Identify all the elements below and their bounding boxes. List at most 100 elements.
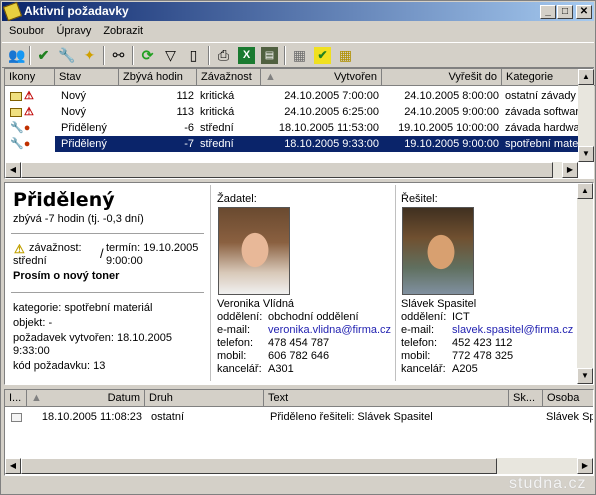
grid-icon[interactable]: ▦ bbox=[291, 47, 308, 64]
scroll-right-button[interactable]: ▶ bbox=[562, 162, 578, 178]
table-horizontal-scrollbar[interactable]: ◀ ▶ bbox=[5, 162, 578, 178]
requester-email-link[interactable]: veronika.vlidna@firma.cz bbox=[268, 324, 391, 336]
filter-icon[interactable]: ▽ bbox=[162, 47, 179, 64]
scroll-thumb[interactable] bbox=[21, 458, 497, 474]
cell-datum: 18.10.2005 11:08:23 bbox=[41, 411, 142, 423]
requester-office: A301 bbox=[268, 363, 294, 375]
col-zbyva-hodin[interactable]: Zbývá hodin bbox=[119, 69, 197, 86]
table-icon[interactable]: ▦ bbox=[337, 47, 354, 64]
solver-label-email: e-mail: bbox=[401, 324, 435, 336]
close-button[interactable]: ✕ bbox=[576, 5, 592, 19]
cell-zavaznost: střední bbox=[200, 122, 234, 134]
menu-zobrazit[interactable]: Zobrazit bbox=[98, 22, 148, 41]
detail-created-time: 9:33:00 bbox=[13, 345, 50, 357]
table-row[interactable]: 🔧● Přidělený -6 střední 18.10.2005 11:53… bbox=[5, 120, 579, 136]
scroll-left-button[interactable]: ◀ bbox=[5, 458, 21, 474]
row-icons: 🔧● bbox=[7, 136, 53, 152]
severity-value: střední bbox=[13, 255, 47, 267]
solver-label-dept: oddělení: bbox=[401, 311, 447, 323]
cell-zbyva: 113 bbox=[176, 106, 194, 118]
scroll-down-button[interactable]: ▼ bbox=[577, 368, 593, 384]
col-ikony[interactable]: Ikony bbox=[5, 69, 55, 86]
severity-icon: ⚠ bbox=[14, 242, 25, 256]
col-datum[interactable]: ▲ Datum bbox=[27, 390, 145, 407]
detail-category: kategorie: spotřební materiál bbox=[13, 302, 153, 314]
main-window: Aktivní požadavky _ □ ✕ Soubor Úpravy Zobr… bbox=[0, 0, 596, 495]
maximize-button[interactable]: □ bbox=[557, 5, 573, 19]
requester-mobile: 606 782 646 bbox=[268, 350, 330, 362]
solver-photo bbox=[402, 207, 474, 295]
solver-label-mobile: mobil: bbox=[401, 350, 431, 362]
col-zavaznost[interactable]: Závažnost bbox=[197, 69, 261, 86]
col-druh[interactable]: Druh bbox=[145, 390, 264, 407]
title-bar[interactable]: Aktivní požadavky _ □ ✕ bbox=[2, 1, 594, 22]
refresh-icon[interactable]: ⟳ bbox=[139, 47, 156, 64]
col-sk[interactable]: Sk... bbox=[509, 390, 543, 407]
wrench-icon: 🔧 bbox=[10, 138, 24, 150]
binoculars-icon[interactable]: ⚯ bbox=[110, 47, 127, 64]
scroll-left-button[interactable]: ◀ bbox=[5, 162, 21, 178]
export-icon[interactable]: ▤ bbox=[261, 47, 278, 64]
cell-vytvoren: 24.10.2005 7:00:00 bbox=[284, 90, 379, 102]
cell-stav: Přidělený bbox=[61, 122, 107, 134]
scroll-up-button[interactable]: ▲ bbox=[577, 183, 593, 199]
divider bbox=[395, 185, 396, 381]
print-icon[interactable]: ⎙ bbox=[215, 47, 232, 64]
menu-upravy[interactable]: Úpravy bbox=[51, 22, 96, 41]
requester-phone: 478 454 787 bbox=[268, 337, 330, 349]
history-row[interactable]: 18.10.2005 11:08:23 ostatní Přiděleno ře… bbox=[5, 409, 593, 425]
requester-label-phone: telefon: bbox=[217, 337, 254, 349]
warning-icon: ⚠ bbox=[24, 90, 34, 102]
table-row[interactable]: ⚠ Nový 112 kritická 24.10.2005 7:00:00 2… bbox=[5, 88, 579, 104]
cell-kategorie: závada software bbox=[505, 106, 579, 118]
minimize-button[interactable]: _ bbox=[540, 5, 556, 19]
cell-vyresit: 19.10.2005 9:00:00 bbox=[404, 138, 499, 150]
deadline-time: 9:00:00 bbox=[106, 255, 143, 267]
col-icon[interactable]: I... bbox=[5, 390, 27, 407]
watermark: studna.cz bbox=[509, 475, 587, 492]
solver-phone: 452 423 112 bbox=[452, 337, 513, 349]
excel-icon[interactable]: X bbox=[238, 47, 255, 64]
check-icon[interactable]: ✔ bbox=[35, 47, 52, 64]
col-vyresit-do[interactable]: Vyřešit do bbox=[382, 69, 502, 86]
solver-heading: Řešitel: bbox=[401, 193, 438, 205]
col-vytvoren[interactable]: ▲ Vytvořen bbox=[261, 69, 382, 86]
panel-icon[interactable]: ▯ bbox=[185, 47, 202, 64]
solver-email-link[interactable]: slavek.spasitel@firma.cz bbox=[452, 324, 573, 336]
solver-name: Slávek Spasitel bbox=[401, 298, 477, 310]
requester-photo bbox=[218, 207, 290, 295]
new-item-icon[interactable]: ✦ bbox=[81, 47, 98, 64]
envelope-icon bbox=[10, 91, 22, 101]
scroll-down-button[interactable]: ▼ bbox=[578, 146, 594, 162]
table-vertical-scrollbar[interactable]: ▲ ▼ bbox=[578, 69, 594, 162]
detail-created: požadavek vytvořen: 18.10.2005 bbox=[13, 332, 173, 344]
col-text[interactable]: Text bbox=[264, 390, 509, 407]
users-icon[interactable]: 👥 bbox=[8, 47, 25, 64]
cell-zavaznost: kritická bbox=[200, 106, 235, 118]
scroll-thumb[interactable] bbox=[21, 162, 553, 178]
toolbar-separator bbox=[132, 46, 134, 65]
wrench-icon[interactable]: 🔧 bbox=[58, 47, 75, 64]
severity-label: závažnost: bbox=[29, 242, 82, 254]
col-kategorie[interactable]: Kategorie bbox=[502, 69, 579, 86]
cell-zavaznost: kritická bbox=[200, 90, 235, 102]
request-subject: Prosím o nový toner bbox=[13, 270, 120, 282]
requester-dept: obchodní oddělení bbox=[268, 311, 359, 323]
scroll-up-button[interactable]: ▲ bbox=[578, 69, 594, 85]
cell-kategorie: spotřební materiál bbox=[505, 138, 579, 150]
table-row[interactable]: ⚠ Nový 113 kritická 24.10.2005 6:25:00 2… bbox=[5, 104, 579, 120]
row-icons: ⚠ bbox=[7, 88, 53, 104]
col-osoba[interactable]: Osoba bbox=[543, 390, 593, 407]
table-row-selected[interactable]: 🔧● Přidělený -7 střední 18.10.2005 9:33:… bbox=[5, 136, 579, 152]
scroll-right-button[interactable]: ▶ bbox=[577, 458, 593, 474]
solver-office: A205 bbox=[452, 363, 478, 375]
divider bbox=[210, 185, 211, 381]
col-stav[interactable]: Stav bbox=[55, 69, 119, 86]
detail-vertical-scrollbar[interactable]: ▲ ▼ bbox=[577, 183, 593, 384]
row-icons: ⚠ bbox=[7, 104, 53, 120]
person-alert-icon: ● bbox=[23, 122, 31, 134]
checkbox-icon[interactable]: ✔ bbox=[314, 47, 331, 64]
history-horizontal-scrollbar[interactable]: ◀ ▶ bbox=[5, 458, 593, 474]
divider bbox=[11, 292, 204, 293]
menu-soubor[interactable]: Soubor bbox=[4, 22, 49, 41]
